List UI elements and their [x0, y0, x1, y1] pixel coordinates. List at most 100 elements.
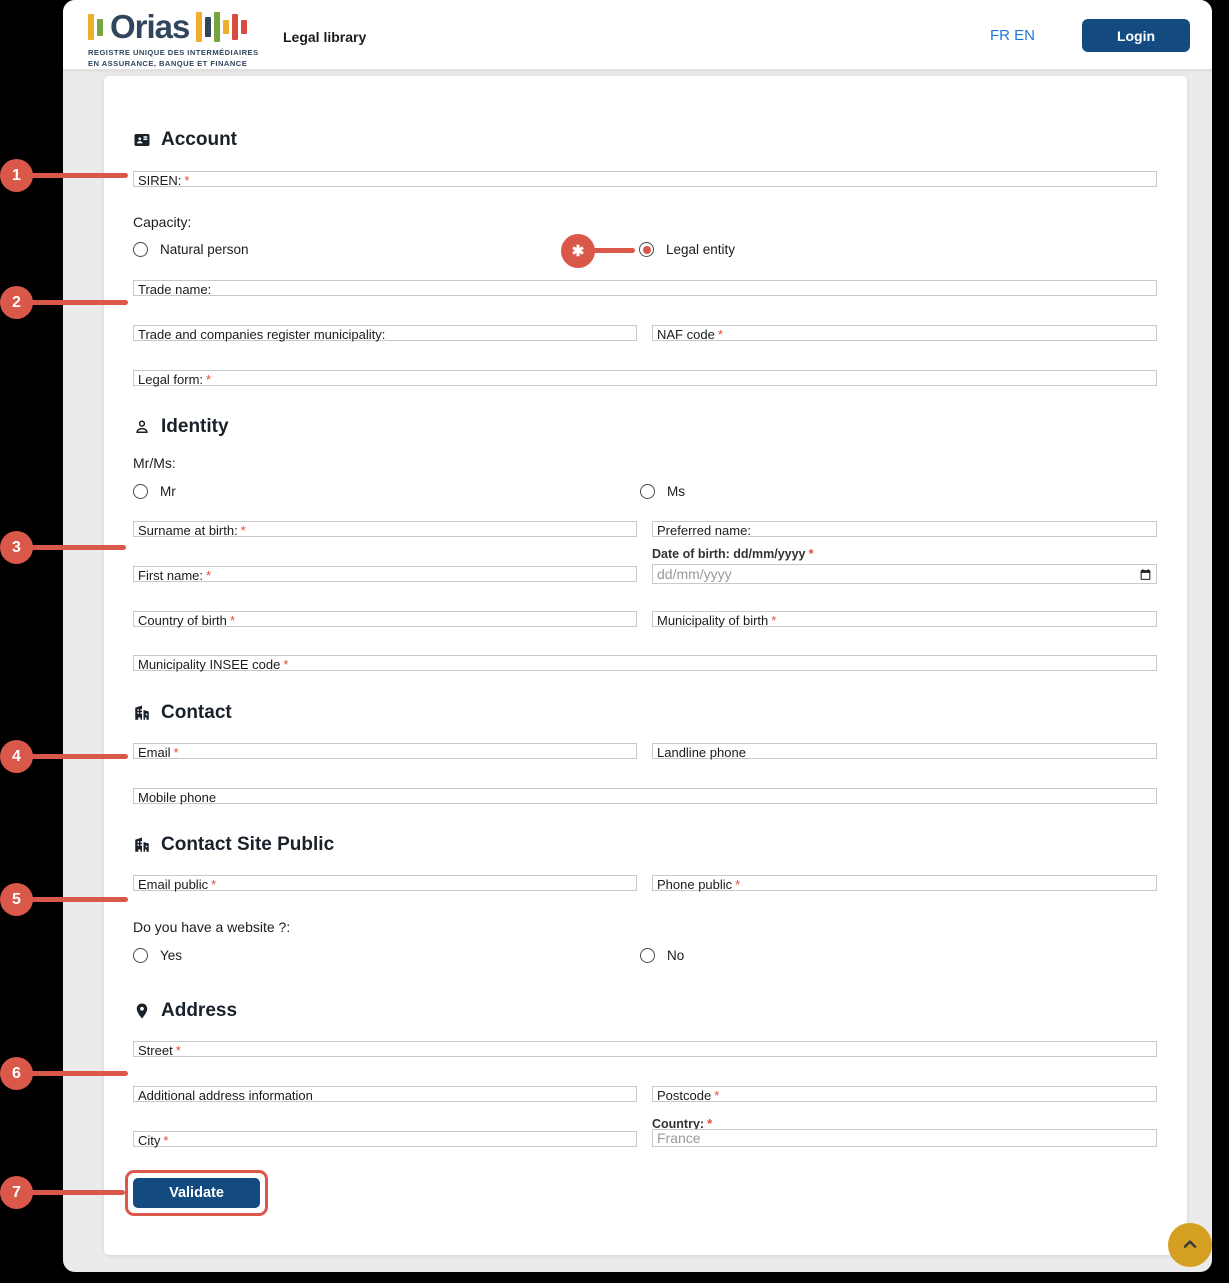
section-title: Identity [161, 416, 229, 438]
login-button[interactable]: Login [1082, 19, 1190, 52]
email-public-input[interactable]: Email public* [133, 875, 637, 891]
legal-form-input[interactable]: Legal form:* [133, 370, 1157, 386]
field-label: Landline phone [653, 746, 746, 760]
language-switcher[interactable]: FR EN [990, 27, 1035, 44]
preferred-name-input[interactable]: Preferred name: [652, 521, 1157, 537]
naf-code-input[interactable]: NAF code* [652, 325, 1157, 341]
radio-circle-selected[interactable] [639, 242, 654, 257]
radio-circle[interactable] [640, 484, 655, 499]
city-input[interactable]: City* [133, 1131, 637, 1147]
radio-website-no[interactable]: No [640, 948, 684, 963]
field-label: Preferred name: [653, 524, 751, 538]
annotation-line-3 [30, 545, 126, 550]
annotation-line-2 [30, 300, 128, 305]
first-name-input[interactable]: First name:* [133, 566, 637, 582]
annotation-badge-6: 6 [0, 1057, 33, 1090]
section-address: Address [133, 999, 237, 1023]
phone-public-input[interactable]: Phone public* [652, 875, 1157, 891]
logo-bar [223, 20, 229, 34]
logo-bar [214, 12, 220, 42]
logo-bar [241, 20, 247, 34]
country-value: France [657, 1130, 701, 1146]
annotation-line-7 [30, 1190, 125, 1195]
validate-button[interactable]: Validate [133, 1178, 260, 1208]
field-label: Postcode* [653, 1089, 719, 1103]
radio-label: Natural person [160, 242, 249, 257]
municipality-insee-code-input[interactable]: Municipality INSEE code* [133, 655, 1157, 671]
required-mark: * [184, 173, 189, 188]
location-pin-icon [133, 1002, 151, 1020]
logo-bar [196, 12, 202, 42]
annotation-badge-5: 5 [0, 883, 33, 916]
register-municipality-input[interactable]: Trade and companies register municipalit… [133, 325, 637, 341]
radio-label: Yes [160, 948, 182, 963]
field-label: City* [134, 1134, 168, 1148]
section-title: Address [161, 1000, 237, 1022]
logo-tagline-line2: EN ASSURANCE, BANQUE ET FINANCE [88, 59, 259, 68]
field-label: NAF code* [653, 328, 723, 342]
section-identity: Identity [133, 415, 229, 439]
field-label: Surname at birth:* [134, 524, 246, 538]
field-label: Municipality of birth* [653, 614, 776, 628]
section-title: Account [161, 129, 237, 151]
field-label: Legal form:* [134, 373, 211, 387]
scroll-to-top-button[interactable] [1168, 1223, 1212, 1267]
building-icon [133, 836, 151, 854]
annotation-line-4 [30, 754, 128, 759]
country-of-birth-input[interactable]: Country of birth* [133, 611, 637, 627]
nav-legal-library[interactable]: Legal library [283, 29, 366, 45]
mr-ms-label: Mr/Ms: [133, 455, 176, 471]
radio-circle[interactable] [640, 948, 655, 963]
field-label: Phone public* [653, 878, 740, 892]
radio-natural-person[interactable]: Natural person [133, 242, 249, 257]
person-icon [133, 418, 151, 436]
annotation-badge-7: 7 [0, 1176, 33, 1209]
annotation-line-1 [30, 173, 128, 178]
section-contact: Contact [133, 701, 232, 725]
radio-label: Mr [160, 484, 176, 499]
street-input[interactable]: Street* [133, 1041, 1157, 1057]
section-contact-site-public: Contact Site Public [133, 833, 334, 857]
field-label: Additional address information [134, 1089, 313, 1103]
field-label: Email* [134, 746, 179, 760]
annotation-line-6 [30, 1071, 128, 1076]
annotation-badge-3: 3 [0, 531, 33, 564]
radio-label: Legal entity [666, 242, 735, 257]
radio-ms[interactable]: Ms [640, 484, 685, 499]
logo-tagline-line1: REGISTRE UNIQUE DES INTERMÉDIAIRES [88, 48, 259, 57]
postcode-input[interactable]: Postcode* [652, 1086, 1157, 1102]
surname-at-birth-input[interactable]: Surname at birth:* [133, 521, 637, 537]
date-placeholder: dd/mm/yyyy [657, 566, 732, 582]
trade-name-input[interactable]: Trade name: [133, 280, 1157, 296]
annotation-badge-2: 2 [0, 286, 33, 319]
radio-website-yes[interactable]: Yes [133, 948, 182, 963]
logo-bar [88, 14, 94, 40]
annotation-badge-1: 1 [0, 159, 33, 192]
annotation-line-asterisk [593, 248, 635, 253]
building-icon [133, 704, 151, 722]
radio-legal-entity[interactable]: Legal entity [639, 242, 735, 257]
date-of-birth-input[interactable]: dd/mm/yyyy [652, 564, 1157, 584]
radio-circle[interactable] [133, 242, 148, 257]
calendar-icon[interactable] [1139, 568, 1152, 581]
id-card-icon [133, 131, 151, 149]
mobile-phone-input[interactable]: Mobile phone [133, 788, 1157, 804]
radio-circle[interactable] [133, 484, 148, 499]
field-label: SIREN:* [134, 174, 189, 188]
chevron-up-icon [1180, 1235, 1200, 1255]
country-input[interactable]: France [652, 1129, 1157, 1147]
annotation-line-5 [30, 897, 128, 902]
additional-address-input[interactable]: Additional address information [133, 1086, 637, 1102]
email-input[interactable]: Email* [133, 743, 637, 759]
annotation-badge-4: 4 [0, 740, 33, 773]
municipality-of-birth-input[interactable]: Municipality of birth* [652, 611, 1157, 627]
field-label: Municipality INSEE code* [134, 658, 288, 672]
website-question-label: Do you have a website ?: [133, 919, 290, 935]
landline-phone-input[interactable]: Landline phone [652, 743, 1157, 759]
siren-input[interactable]: SIREN:* [133, 171, 1157, 187]
section-account: Account [133, 128, 237, 152]
field-label: Street* [134, 1044, 181, 1058]
orias-logo[interactable]: Orias REGISTRE UNIQUE DES INTERMÉDIAIRES… [88, 8, 259, 68]
radio-circle[interactable] [133, 948, 148, 963]
radio-mr[interactable]: Mr [133, 484, 176, 499]
